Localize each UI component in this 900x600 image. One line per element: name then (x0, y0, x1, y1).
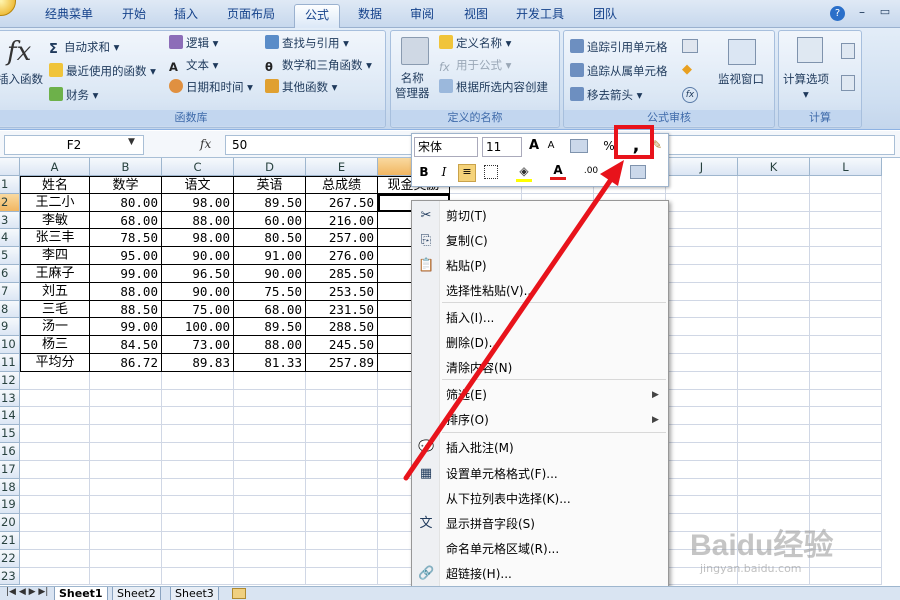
insert-sheet-icon[interactable] (232, 588, 246, 599)
sheet-tab-1[interactable]: Sheet1 (54, 587, 108, 600)
watermark: Baidu经验 (690, 529, 834, 562)
red-arrow (403, 160, 624, 481)
sheet-tab-bar: |◀ ◀ ▶ ▶| Sheet1 Sheet2 Sheet3 (0, 586, 900, 600)
sheet-tab-2[interactable]: Sheet2 (112, 587, 161, 600)
sheet-tab-3[interactable]: Sheet3 (170, 587, 219, 600)
sheet-nav-icon[interactable]: |◀ ◀ ▶ ▶| (6, 587, 48, 597)
watermark-url: jingyan.baidu.com (700, 562, 802, 575)
